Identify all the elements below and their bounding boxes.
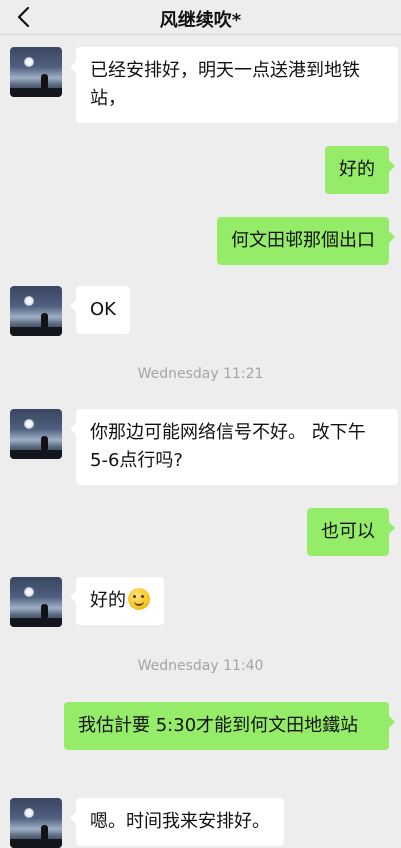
smiling-face-icon <box>128 588 150 610</box>
message-bubble[interactable]: 你那边可能网络信号不好。 改下午 5-6点行吗? <box>70 409 398 485</box>
message-bubble[interactable]: OK <box>70 286 130 334</box>
timestamp: Wednesday 11:40 <box>137 658 264 674</box>
avatar[interactable] <box>10 47 62 97</box>
avatar[interactable] <box>10 286 62 336</box>
avatar[interactable] <box>10 798 62 848</box>
message-bubble[interactable]: 嗯。时间我来安排好。 <box>70 798 284 846</box>
message-text: 好的 <box>90 590 126 611</box>
avatar[interactable] <box>10 577 62 627</box>
message-bubble[interactable]: 何文田邨那個出口 <box>217 217 395 265</box>
message-bubble[interactable]: 也可以 <box>307 508 395 556</box>
message-bubble[interactable]: 我估計要 5:30才能到何文田地鐵站 <box>64 702 395 750</box>
title-bar: 风继续吹* <box>0 0 401 35</box>
message-bubble[interactable]: 好的 <box>325 146 395 194</box>
avatar[interactable] <box>10 409 62 459</box>
message-bubble[interactable]: 已经安排好，明天一点送港到地铁站， <box>70 47 398 123</box>
chat-title: 风继续吹* <box>159 10 242 31</box>
message-list[interactable]: 已经安排好，明天一点送港到地铁站， 好的 何文田邨那個出口 OK Wednesd… <box>0 35 401 848</box>
message-bubble[interactable]: 好的 <box>70 577 164 625</box>
timestamp: Wednesday 11:21 <box>137 366 264 382</box>
